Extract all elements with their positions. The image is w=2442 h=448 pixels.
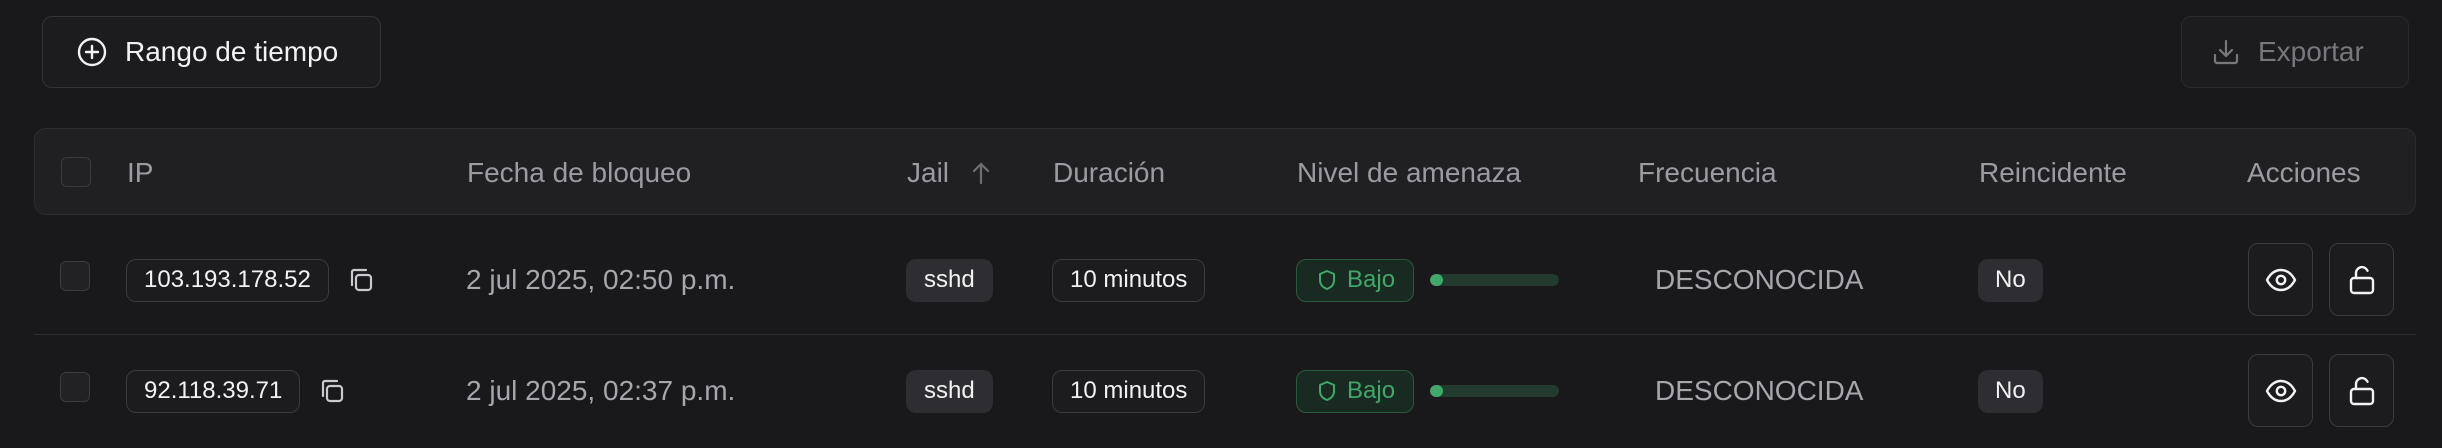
unlock-icon bbox=[2348, 264, 2376, 296]
copy-icon[interactable] bbox=[318, 377, 346, 405]
jail-badge: sshd bbox=[906, 258, 993, 302]
threat-cell: Bajo bbox=[1296, 336, 1560, 446]
duration-chip: 10 minutos bbox=[1052, 369, 1206, 413]
threat-badge: Bajo bbox=[1296, 258, 1415, 302]
view-button[interactable] bbox=[2248, 354, 2313, 427]
column-header-jail[interactable]: Jail bbox=[907, 129, 993, 216]
frequency-text: DESCONOCIDA bbox=[1655, 375, 1864, 406]
page: Rango de tiempo Exportar IP Fecha de blo… bbox=[0, 0, 2442, 448]
eye-icon bbox=[2265, 268, 2297, 292]
threat-badge: Bajo bbox=[1296, 369, 1415, 413]
plus-circle-icon bbox=[77, 37, 107, 67]
column-header-repeat[interactable]: Reincidente bbox=[1979, 129, 2127, 216]
table-row: 92.118.39.71 2 jul 2025, 02:37 p.m. sshd… bbox=[34, 336, 2416, 446]
ip-address: 92.118.39.71 bbox=[126, 369, 301, 413]
row-checkbox[interactable] bbox=[60, 261, 90, 291]
export-button[interactable]: Exportar bbox=[2181, 16, 2409, 88]
view-button[interactable] bbox=[2248, 243, 2313, 316]
ip-cell: 103.193.178.52 bbox=[126, 225, 375, 335]
blocked-at-text: 2 jul 2025, 02:37 p.m. bbox=[466, 375, 736, 406]
copy-icon[interactable] bbox=[347, 266, 375, 294]
column-header-threat[interactable]: Nivel de amenaza bbox=[1297, 129, 1521, 216]
time-range-label: Rango de tiempo bbox=[125, 36, 339, 67]
threat-level-fill bbox=[1430, 274, 1443, 286]
repeat-badge: No bbox=[1978, 258, 2043, 302]
threat-level-bar bbox=[1430, 274, 1560, 286]
table-header: IP Fecha de bloqueo Jail Duración Nivel … bbox=[34, 128, 2416, 215]
select-all-checkbox[interactable] bbox=[61, 157, 91, 187]
ip-cell: 92.118.39.71 bbox=[126, 336, 346, 446]
shield-icon bbox=[1317, 269, 1337, 291]
download-icon bbox=[2212, 38, 2240, 66]
column-header-duration[interactable]: Duración bbox=[1053, 129, 1165, 216]
ip-address: 103.193.178.52 bbox=[126, 258, 329, 302]
row-checkbox[interactable] bbox=[60, 372, 90, 402]
time-range-button[interactable]: Rango de tiempo bbox=[42, 16, 381, 88]
threat-cell: Bajo bbox=[1296, 225, 1560, 335]
arrow-up-icon bbox=[969, 160, 993, 186]
threat-label: Bajo bbox=[1347, 377, 1396, 404]
column-header-ip[interactable]: IP bbox=[127, 129, 153, 216]
column-header-blocked-at[interactable]: Fecha de bloqueo bbox=[467, 129, 691, 216]
export-label: Exportar bbox=[2258, 36, 2364, 67]
eye-icon bbox=[2265, 379, 2297, 403]
threat-label: Bajo bbox=[1347, 266, 1396, 293]
column-header-actions: Acciones bbox=[2247, 156, 2361, 188]
column-header-frequency[interactable]: Frecuencia bbox=[1638, 129, 1777, 216]
column-header-jail-label: Jail bbox=[907, 156, 950, 188]
unblock-button[interactable] bbox=[2329, 354, 2394, 427]
blocked-at-text: 2 jul 2025, 02:50 p.m. bbox=[466, 264, 736, 295]
unblock-button[interactable] bbox=[2329, 243, 2394, 316]
table-row: 103.193.178.52 2 jul 2025, 02:50 p.m. ss… bbox=[34, 225, 2416, 335]
threat-level-bar bbox=[1430, 385, 1560, 397]
threat-level-fill bbox=[1430, 385, 1443, 397]
unlock-icon bbox=[2348, 375, 2376, 407]
shield-icon bbox=[1317, 380, 1337, 402]
frequency-text: DESCONOCIDA bbox=[1655, 264, 1864, 295]
jail-badge: sshd bbox=[906, 369, 993, 413]
repeat-badge: No bbox=[1978, 369, 2043, 413]
duration-chip: 10 minutos bbox=[1052, 258, 1206, 302]
